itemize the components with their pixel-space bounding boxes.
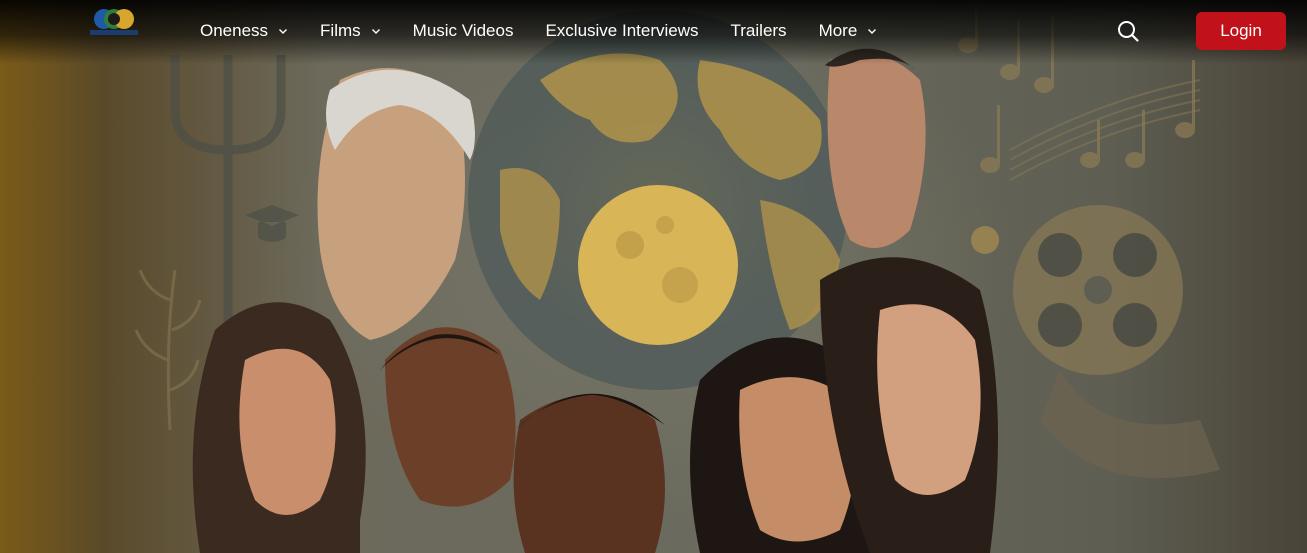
nav-item-oneness[interactable]: Oneness [200, 21, 288, 41]
nav-item-trailers[interactable]: Trailers [731, 21, 787, 41]
hero-artwork [134, 5, 1220, 553]
nav-item-label: Films [320, 21, 361, 40]
hero-banner [0, 0, 1307, 553]
chevron-down-icon [371, 29, 380, 34]
nav-item-exclusive-interviews[interactable]: Exclusive Interviews [545, 21, 698, 41]
brand-logo-icon [90, 9, 138, 35]
brand-logo[interactable] [88, 6, 140, 38]
nav-item-films[interactable]: Films [320, 21, 381, 41]
nav-item-label: Exclusive Interviews [545, 21, 699, 40]
nav-item-more[interactable]: More [819, 21, 878, 41]
nav-item-label: Music Videos [412, 21, 514, 40]
chevron-down-icon [279, 29, 288, 34]
nav-item-label: Trailers [730, 21, 787, 40]
login-button[interactable]: Login [1196, 12, 1286, 50]
search-button[interactable] [1116, 19, 1140, 43]
nav-item-music-videos[interactable]: Music Videos [413, 21, 514, 41]
nav-item-label: More [818, 21, 858, 40]
main-nav: Oneness Films Music Videos Exclusive Int… [200, 0, 909, 62]
top-navigation-bar: Oneness Films Music Videos Exclusive Int… [0, 0, 1307, 64]
search-icon [1118, 21, 1139, 42]
nav-item-label: Oneness [200, 21, 269, 40]
chevron-down-icon [868, 29, 877, 34]
